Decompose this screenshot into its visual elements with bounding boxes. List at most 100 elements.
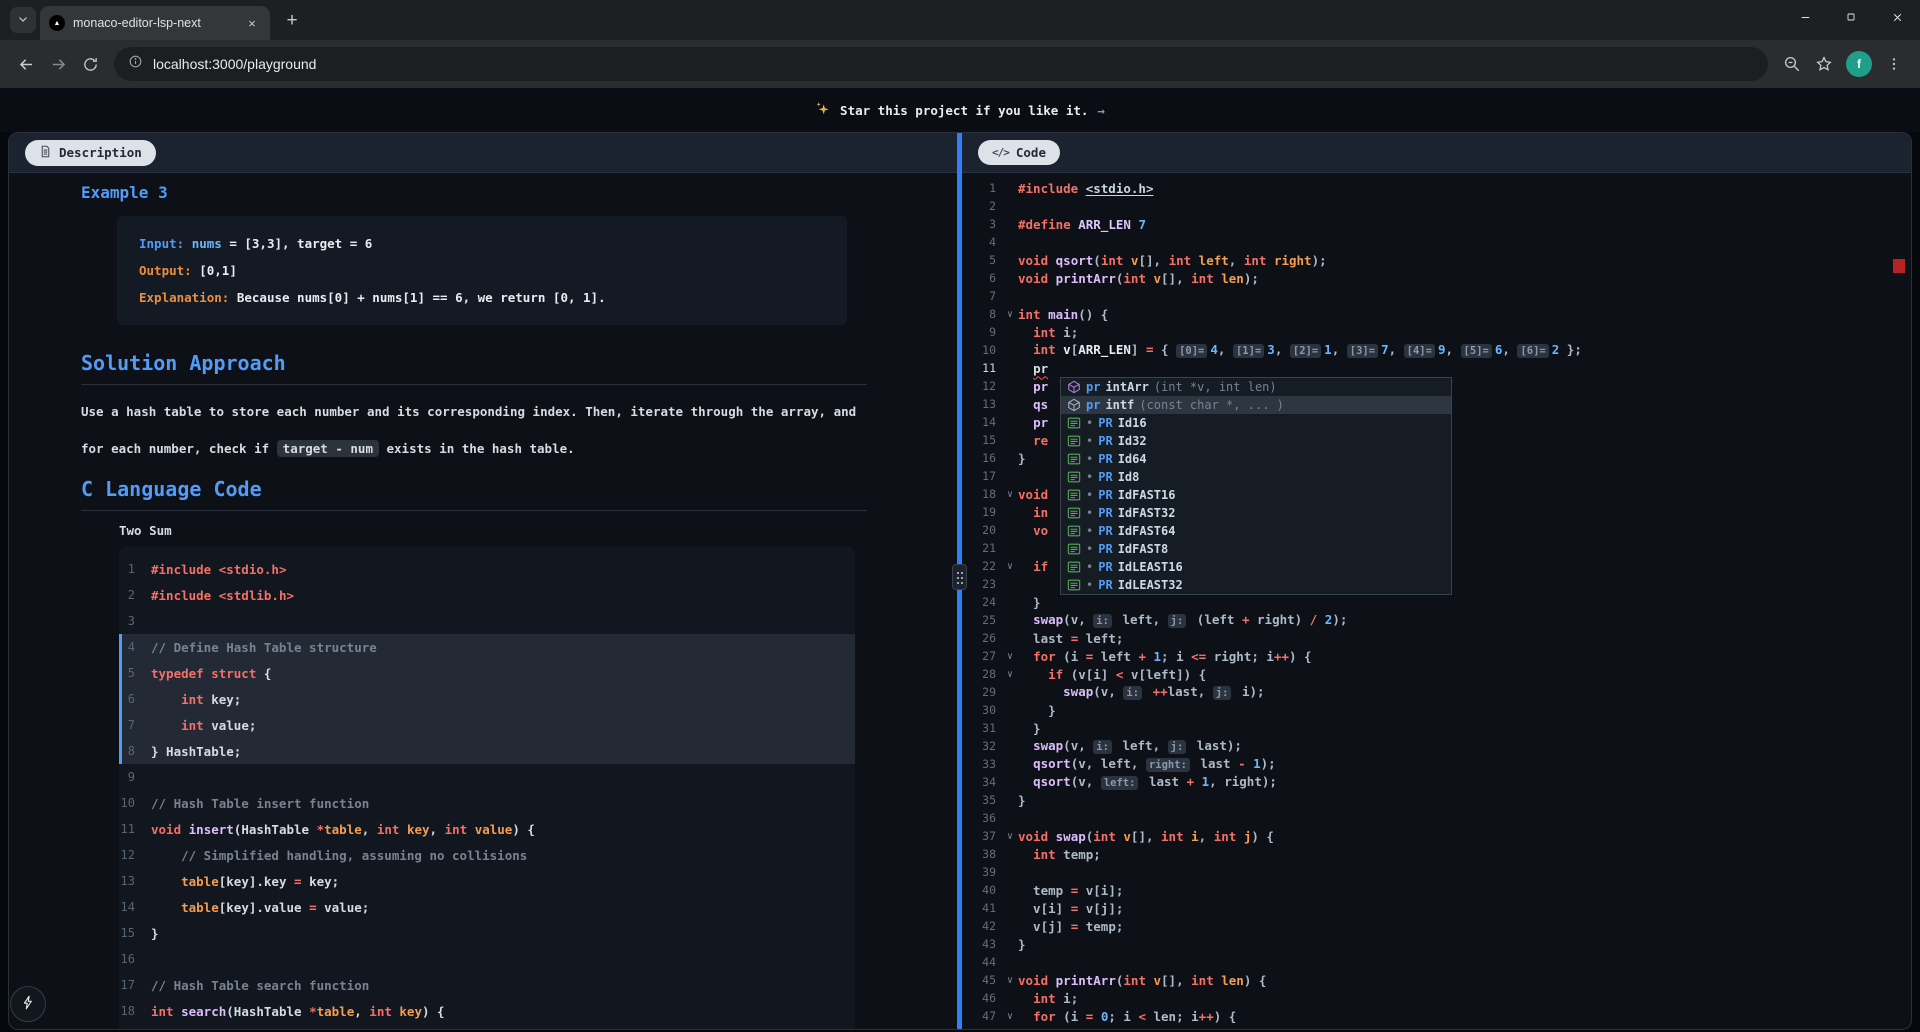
editor-line[interactable]: 46 int i; [962, 989, 1911, 1007]
token [184, 236, 192, 251]
token: i: [1093, 740, 1112, 754]
suggestion-item[interactable]: •PRIdFAST16 [1061, 486, 1451, 504]
suggestion-item[interactable]: •PRId16 [1061, 414, 1451, 432]
token: , [1389, 342, 1404, 357]
editor-line[interactable]: 42 v[j] = temp; [962, 917, 1911, 935]
profile-avatar[interactable]: f [1846, 51, 1872, 77]
zoom-out-icon[interactable] [1776, 48, 1808, 80]
editor-line[interactable]: 28∨ if (v[i] < v[left]) { [962, 665, 1911, 683]
fold-chevron-icon[interactable]: ∨ [1002, 561, 1018, 572]
code-line: 10// Hash Table insert function [119, 790, 855, 816]
editor-line[interactable]: 30 } [962, 701, 1911, 719]
forward-button[interactable] [42, 48, 74, 80]
editor-line[interactable]: 24 } [962, 593, 1911, 611]
editor-line[interactable]: 34 qsort(v, left: last + 1, right); [962, 773, 1911, 791]
line-number: 24 [962, 595, 1002, 609]
code-text: } [1018, 721, 1041, 736]
suggestion-item[interactable]: •PRIdFAST32 [1061, 504, 1451, 522]
window-maximize-button[interactable] [1828, 0, 1874, 34]
editor-line[interactable]: 32 swap(v, i: left, j: last); [962, 737, 1911, 755]
editor-line[interactable]: 3#define ARR_LEN 7 [962, 215, 1911, 233]
editor-line[interactable]: 44 [962, 953, 1911, 971]
editor-line[interactable]: 35} [962, 791, 1911, 809]
editor-line[interactable]: 27∨ for (i = left + 1; i <= right; i++) … [962, 647, 1911, 665]
suggestion-item[interactable]: •PRId32 [1061, 432, 1451, 450]
code-text: re [1018, 433, 1048, 448]
url-text[interactable]: localhost:3000/playground [153, 56, 316, 72]
window-minimize-button[interactable] [1782, 0, 1828, 34]
token: * [309, 1004, 317, 1019]
editor-line[interactable]: 40 temp = v[i]; [962, 881, 1911, 899]
new-tab-button[interactable]: + [278, 7, 306, 35]
editor-line[interactable]: 43} [962, 935, 1911, 953]
window-close-button[interactable] [1874, 0, 1920, 34]
fold-chevron-icon[interactable]: ∨ [1002, 1011, 1018, 1022]
tab-description[interactable]: Description [25, 140, 156, 166]
tab-search-button[interactable] [10, 7, 36, 33]
fold-chevron-icon[interactable]: ∨ [1002, 975, 1018, 986]
suggestion-item[interactable]: •PRId8 [1061, 468, 1451, 486]
line-number: 36 [962, 811, 1002, 825]
editor-line[interactable]: 10 int v[ARR_LEN] = { [0]=4, [1]=3, [2]=… [962, 341, 1911, 359]
suggestion-item[interactable]: •PRIdLEAST32 [1061, 576, 1451, 594]
editor-line[interactable]: 4 [962, 233, 1911, 251]
browser-menu-icon[interactable] [1878, 48, 1910, 80]
editor-line[interactable]: 29 swap(v, i: ++last, j: i); [962, 683, 1911, 701]
editor-line[interactable]: 38 int temp; [962, 845, 1911, 863]
token: Input: [139, 236, 184, 251]
editor-line[interactable]: 8∨int main() { [962, 305, 1911, 323]
tab-close-icon[interactable]: × [243, 14, 261, 32]
editor-line[interactable]: 2 [962, 197, 1911, 215]
editor-line[interactable]: 47∨ for (i = 0; i < len; i++) { [962, 1007, 1911, 1025]
suggestion-item[interactable]: •PRIdFAST8 [1061, 540, 1451, 558]
fold-chevron-icon[interactable]: ∨ [1002, 309, 1018, 320]
browser-tab[interactable]: ▲ monaco-editor-lsp-next × [40, 6, 270, 40]
tab-code[interactable]: </> Code [978, 140, 1060, 165]
editor-line[interactable]: 37∨void swap(int v[], int i, int j) { [962, 827, 1911, 845]
quick-actions-button[interactable] [10, 986, 46, 1022]
token: // Simplified handling, assuming no coll… [181, 848, 527, 863]
token: Id16 [1118, 416, 1147, 430]
editor-line[interactable]: 26 last = left; [962, 629, 1911, 647]
editor-line[interactable]: 7 [962, 287, 1911, 305]
suggestion-item[interactable]: •PRId64 [1061, 450, 1451, 468]
suggestion-item[interactable]: •PRIdFAST64 [1061, 522, 1451, 540]
editor-line[interactable]: 41 v[i] = v[j]; [962, 899, 1911, 917]
reload-button[interactable] [74, 48, 106, 80]
suggestion-item[interactable]: printf(const char *, ... ) [1061, 396, 1451, 414]
back-button[interactable] [10, 48, 42, 80]
fold-chevron-icon[interactable]: ∨ [1002, 831, 1018, 842]
code-text: // Hash Table insert function [151, 796, 369, 811]
editor-line[interactable]: 9 int i; [962, 323, 1911, 341]
token: (v[i] [1063, 667, 1116, 682]
code-line: 2#include <stdlib.h> [119, 582, 855, 608]
site-info-icon[interactable] [128, 54, 143, 74]
bookmark-star-icon[interactable] [1808, 48, 1840, 80]
editor-line[interactable]: 33 qsort(v, left, right: last - 1); [962, 755, 1911, 773]
editor-line[interactable]: 39 [962, 863, 1911, 881]
editor-line[interactable]: 45∨void printArr(int v[], int len) { [962, 971, 1911, 989]
token: intf [1105, 398, 1134, 412]
token: PR [1098, 560, 1112, 574]
fold-chevron-icon[interactable]: ∨ [1002, 489, 1018, 500]
star-project-banner[interactable]: Star this project if you like it. → [0, 88, 1920, 132]
monaco-editor[interactable]: 1#include <stdio.h>23#define ARR_LEN 745… [962, 173, 1911, 1029]
editor-line[interactable]: 36 [962, 809, 1911, 827]
address-bar[interactable]: localhost:3000/playground [114, 47, 1768, 81]
token: + [1242, 612, 1250, 627]
token: PR [1098, 488, 1112, 502]
editor-line[interactable]: 6void printArr(int v[], int len); [962, 269, 1911, 287]
line-number: 40 [962, 883, 1002, 897]
fold-chevron-icon[interactable]: ∨ [1002, 651, 1018, 662]
editor-line[interactable]: 5void qsort(int v[], int left, int right… [962, 251, 1911, 269]
token: [], [1161, 973, 1191, 988]
editor-line[interactable]: 1#include <stdio.h> [962, 179, 1911, 197]
fold-chevron-icon[interactable]: ∨ [1002, 669, 1018, 680]
suggestion-item[interactable]: •PRIdLEAST16 [1061, 558, 1451, 576]
editor-line[interactable]: 25 swap(v, i: left, j: (left + right) / … [962, 611, 1911, 629]
token: + [1187, 774, 1195, 789]
token: [3]= [1347, 344, 1378, 358]
editor-line[interactable]: 31 } [962, 719, 1911, 737]
editor-line[interactable]: 11 pr [962, 359, 1911, 377]
suggestion-item[interactable]: printArr(int *v, int len) [1061, 378, 1451, 396]
